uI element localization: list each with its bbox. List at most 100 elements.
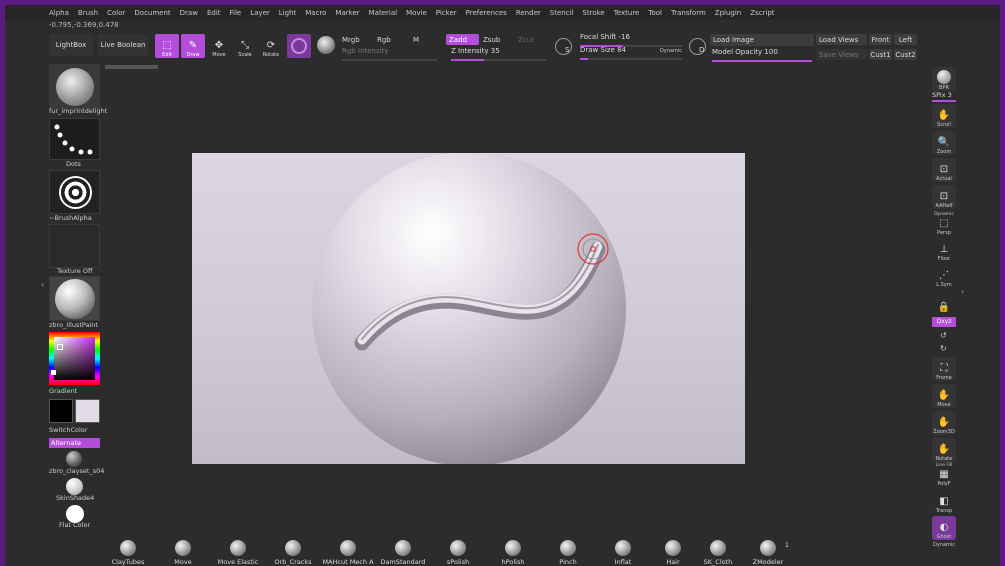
menu-item-zscript[interactable]: Zscript [750, 9, 774, 17]
aahalf-button[interactable]: ⊡ AAHalf [932, 185, 956, 209]
zadd-toggle[interactable]: Zadd [446, 34, 479, 45]
save-views-button[interactable]: Save Views [816, 49, 867, 60]
horizontal-scrollbar[interactable] [105, 65, 158, 69]
menu-item-file[interactable]: File [230, 9, 242, 17]
zoom-button[interactable]: 🔍 Zoom [932, 131, 956, 155]
menu-item-alpha[interactable]: Alpha [49, 9, 69, 17]
live-boolean-button[interactable]: Live Boolean [98, 34, 148, 56]
z-intensity-slider[interactable]: Z Intensity 35 [451, 46, 546, 61]
menu-item-preferences[interactable]: Preferences [466, 9, 507, 17]
bpr-button[interactable]: BPR [932, 67, 956, 91]
local-button[interactable]: 🔒 [932, 290, 956, 314]
right-collapse-arrow-icon[interactable]: › [961, 287, 964, 296]
transp-button[interactable]: ◧ Transp [932, 490, 956, 514]
material-thumbnail[interactable] [49, 276, 100, 321]
material-sphere-icon[interactable] [317, 36, 335, 54]
sculpt-viewport[interactable] [192, 153, 745, 464]
move-mode-button[interactable]: ✥ Move [207, 34, 231, 59]
menu-item-light[interactable]: Light [279, 9, 296, 17]
rotate-y-icon[interactable]: ↺ [940, 331, 947, 340]
zoom3d-button[interactable]: ✋ Zoom3D [932, 411, 956, 435]
edit-mode-button[interactable]: ⬚ Edit [155, 34, 179, 58]
left-collapse-arrow-icon[interactable]: ‹ [41, 280, 44, 289]
menu-item-picker[interactable]: Picker [436, 9, 457, 17]
zsub-toggle[interactable]: Zsub [483, 36, 500, 44]
brush-move[interactable]: Move [153, 535, 213, 566]
menu-item-render[interactable]: Render [516, 9, 541, 17]
brush-move-elastic[interactable]: Move Elastic [208, 535, 268, 566]
menu-item-brush[interactable]: Brush [78, 9, 98, 17]
alternate-button[interactable]: Alternate [49, 438, 100, 448]
alpha-thumbnail[interactable] [49, 170, 100, 214]
material-clayset-icon[interactable] [66, 451, 82, 467]
front-view-button[interactable]: Front [869, 34, 892, 45]
brush-damstandard[interactable]: DamStandard [373, 535, 433, 566]
m-toggle[interactable]: M [413, 36, 419, 44]
rotate-view-button[interactable]: ✋ Rotate [932, 438, 956, 462]
draw-size-slider[interactable]: Draw Size 84 Dynamic [580, 45, 682, 60]
zcut-toggle[interactable]: Zcut [518, 36, 534, 44]
menu-item-document[interactable]: Document [134, 9, 170, 17]
spix-slider[interactable]: SPix 3 [932, 91, 956, 99]
draw-mode-button[interactable]: ✎ Draw [181, 34, 205, 58]
solo-button[interactable]: Dynamic [932, 542, 956, 548]
d-dynamics-button[interactable]: D [689, 38, 706, 55]
menu-item-color[interactable]: Color [107, 9, 125, 17]
cust1-view-button[interactable]: Cust1 [869, 49, 892, 60]
menu-item-macro[interactable]: Macro [305, 9, 326, 17]
menu-item-zplugin[interactable]: Zplugin [715, 9, 741, 17]
material-skinshade-icon[interactable] [66, 478, 83, 495]
secondary-color-swatch[interactable] [75, 399, 100, 423]
mrgb-toggle[interactable]: Mrgb [342, 36, 360, 44]
ghost-button[interactable]: ◐ Ghost [932, 516, 956, 540]
color-picker[interactable] [49, 332, 100, 385]
floor-button[interactable]: ⊥ Floor [932, 238, 956, 262]
menu-item-tool[interactable]: Tool [648, 9, 662, 17]
s-lazy-button[interactable]: S [555, 38, 572, 55]
brush-preview-button[interactable] [287, 34, 311, 58]
menu-item-draw[interactable]: Draw [180, 9, 198, 17]
menu-item-layer[interactable]: Layer [250, 9, 270, 17]
menu-item-texture[interactable]: Texture [614, 9, 640, 17]
brush-spolish[interactable]: sPolish [428, 535, 488, 566]
frame-button[interactable]: ⛶ Frame [932, 357, 956, 381]
menu-item-transform[interactable]: Transform [671, 9, 706, 17]
menu-item-material[interactable]: Material [369, 9, 397, 17]
load-views-button[interactable]: Load Views [816, 34, 867, 45]
persp-button[interactable]: Dynamic ⬚ Persp [932, 212, 956, 236]
brush-mahcut-mech-a[interactable]: MAHcut Mech A [318, 535, 378, 566]
cust2-view-button[interactable]: Cust2 [894, 49, 917, 60]
actual-button[interactable]: ⊡ Actual [932, 158, 956, 182]
polyf-button[interactable]: Line Fill ▦ PolyF [932, 463, 956, 487]
scroll-button[interactable]: ✋ Scroll [932, 104, 956, 128]
menu-item-movie[interactable]: Movie [406, 9, 427, 17]
rgb-toggle[interactable]: Rgb [377, 36, 391, 44]
xyz-rotation-button[interactable]: Qxyz [932, 317, 956, 327]
texture-thumbnail[interactable] [49, 224, 100, 268]
scale-mode-button[interactable]: ⤡ Scale [233, 34, 257, 59]
brush-pinch[interactable]: Pinch [538, 535, 598, 566]
menu-item-stencil[interactable]: Stencil [550, 9, 574, 17]
brush-claytubes[interactable]: ClayTubes [98, 535, 158, 566]
rgb-intensity-slider[interactable]: Rgb Intensity [342, 46, 437, 61]
lightbox-button[interactable]: LightBox [49, 34, 93, 56]
main-color-swatch[interactable] [49, 399, 73, 423]
menu-item-marker[interactable]: Marker [335, 9, 359, 17]
brush-zmodeler[interactable]: ZModeler [738, 535, 798, 566]
left-view-button[interactable]: Left [894, 34, 917, 45]
menu-item-stroke[interactable]: Stroke [582, 9, 604, 17]
brush-hpolish[interactable]: hPolish [483, 535, 543, 566]
stroke-thumbnail[interactable] [49, 118, 100, 160]
model-opacity-slider[interactable]: Model Opacity 100 [712, 47, 812, 62]
move-view-button[interactable]: ✋ Move [932, 384, 956, 408]
switch-color-button[interactable]: SwitchColor [49, 426, 109, 434]
document-canvas[interactable] [192, 153, 745, 464]
lsym-button[interactable]: ⋰ L.Sym [932, 264, 956, 288]
brush-thumbnail[interactable] [49, 64, 100, 109]
rotate-mode-button[interactable]: ⟳ Rotate [259, 34, 283, 59]
load-image-button[interactable]: Load Image [710, 34, 814, 46]
dynamic-toggle[interactable]: Dynamic [660, 48, 682, 54]
brush-orb-cracks[interactable]: Orb_Cracks [263, 535, 323, 566]
menu-item-edit[interactable]: Edit [207, 9, 221, 17]
rotate-z-icon[interactable]: ↻ [940, 344, 947, 353]
